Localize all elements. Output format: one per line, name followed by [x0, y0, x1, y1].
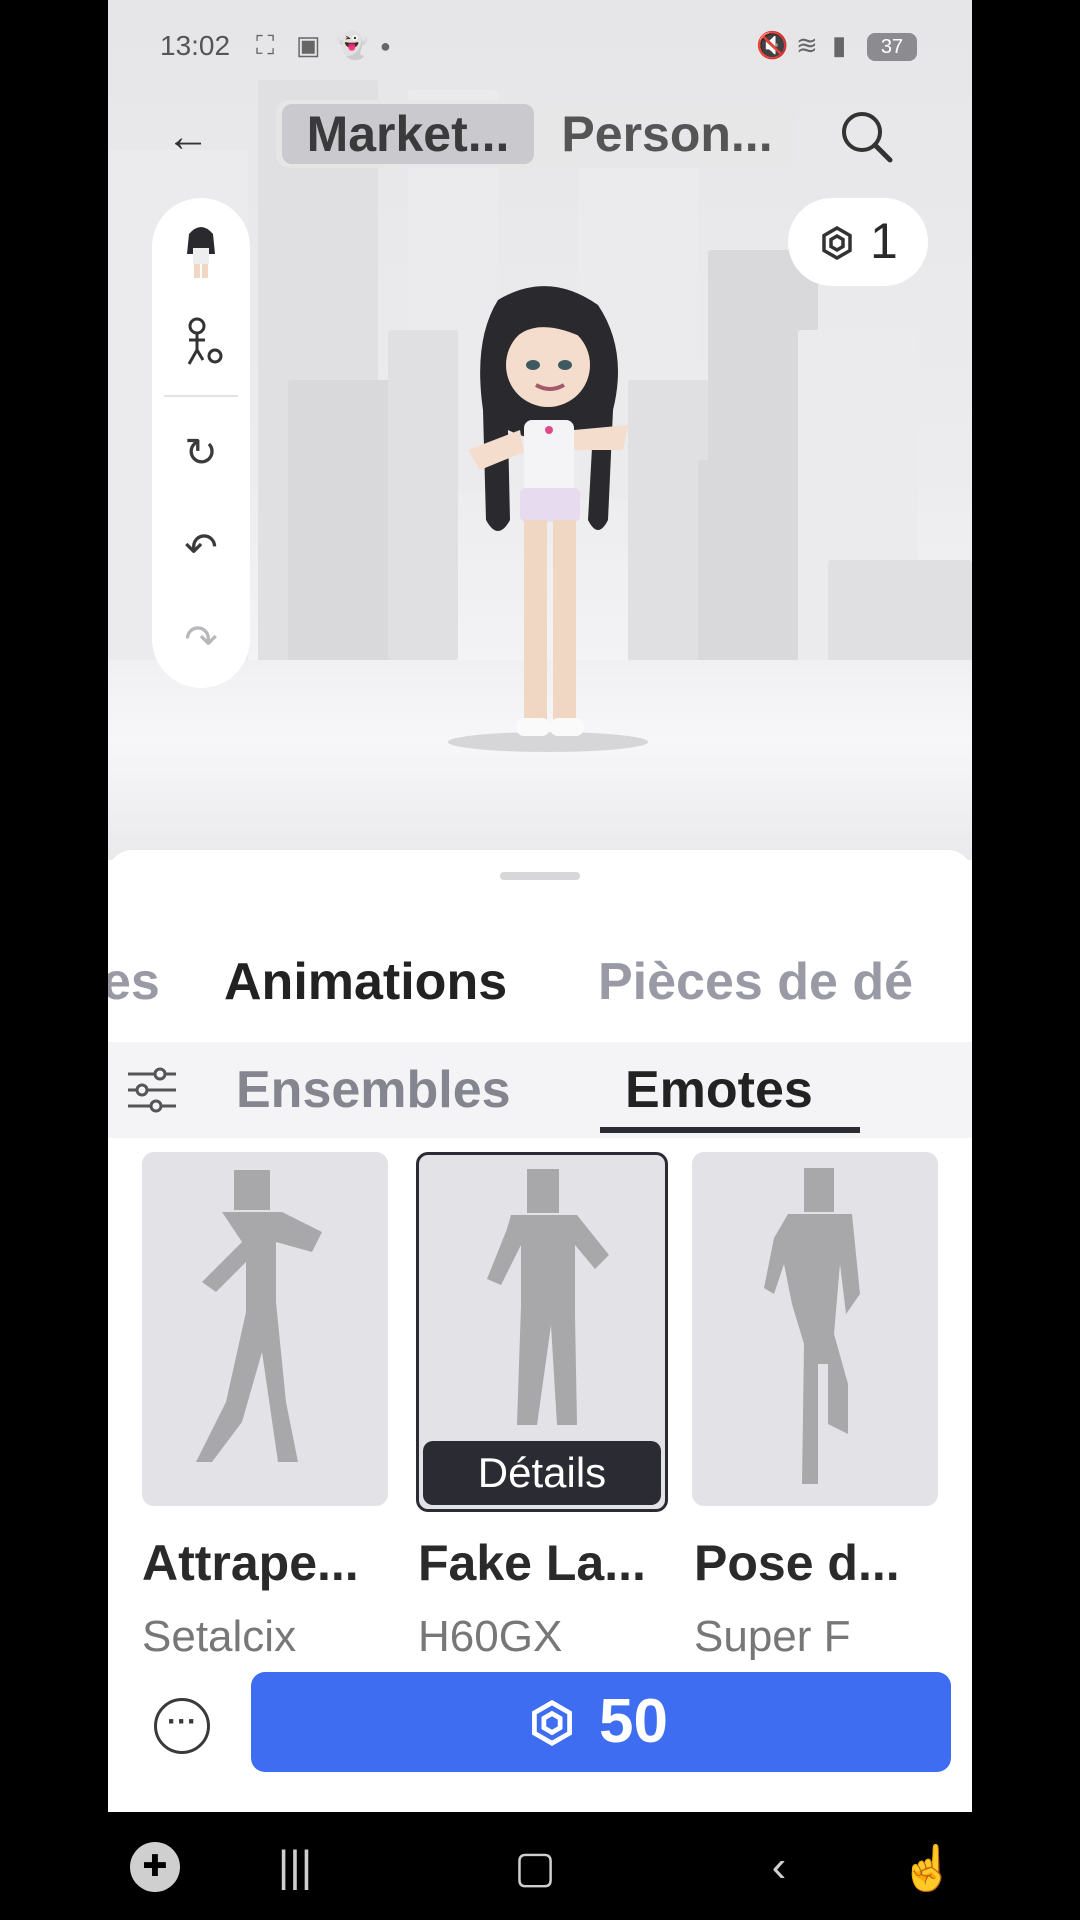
tab-marketplace[interactable]: Market... — [282, 104, 534, 164]
emote-silhouette — [764, 1168, 860, 1484]
back-nav-icon[interactable]: ‹ — [754, 1842, 804, 1892]
robux-balance[interactable]: 1 — [788, 198, 928, 286]
header-tabs: Market... Person... — [276, 100, 796, 168]
search-icon[interactable] — [836, 106, 896, 166]
mute-icon: 🔇 — [756, 30, 789, 60]
robux-balance-value: 1 — [870, 213, 898, 269]
buy-price: 50 — [599, 1687, 668, 1756]
screen-capture-icon: ▣ — [296, 30, 321, 60]
more-notifications-icon: ● — [380, 36, 391, 56]
battery-indicator: 37 — [867, 33, 917, 61]
sheet-drag-handle[interactable] — [500, 872, 580, 880]
snapchat-icon: 👻 — [336, 30, 369, 60]
item-creator[interactable]: Setalcix — [142, 1612, 392, 1662]
ellipsis-icon: ··· — [167, 1705, 197, 1738]
tab-ensembles[interactable]: Ensembles — [236, 1052, 511, 1128]
status-time: 13:02 — [160, 30, 231, 61]
tab-personalize[interactable]: Person... — [542, 104, 792, 164]
details-button[interactable]: Détails — [423, 1441, 661, 1505]
robux-icon — [532, 1700, 572, 1746]
toolbar-divider — [164, 395, 238, 397]
avatar-toolbar: ↻ ↶ ↷ — [152, 198, 250, 688]
item-name[interactable]: Fake La... — [418, 1534, 668, 1592]
back-arrow-icon[interactable]: ← — [156, 105, 220, 169]
undo-icon[interactable]: ↶ — [169, 516, 233, 580]
emote-silhouette — [196, 1170, 322, 1462]
more-options-button[interactable]: ··· — [154, 1698, 210, 1754]
sub-tabs-bar: Ensembles Emotes — [108, 1042, 972, 1138]
home-icon[interactable]: ▢ — [510, 1842, 560, 1893]
app-screen: 13:02 ⛶ ▣ 👻 ● 🔇 ≋ ▮ 37 ← Market... Perso… — [108, 0, 972, 1812]
screenshot-icon: ⛶ — [256, 30, 275, 60]
bottom-sheet: es Animations Pièces de dé Ensembles Emo… — [108, 850, 972, 1812]
item-card-selected[interactable]: Détails — [416, 1152, 668, 1512]
system-nav-bar: ✚ ||| ▢ ‹ ☝ — [0, 1812, 1080, 1920]
tab-animations[interactable]: Animations — [224, 942, 507, 1022]
active-tab-indicator — [600, 1127, 860, 1133]
buy-button[interactable]: 50 — [251, 1672, 951, 1772]
recent-apps-icon[interactable]: ||| — [270, 1842, 320, 1892]
redo-icon[interactable]: ↷ — [169, 608, 233, 672]
item-card[interactable] — [692, 1152, 938, 1506]
tab-category-prev[interactable]: es — [108, 942, 160, 1022]
avatar-thumbnail[interactable] — [169, 220, 233, 284]
filter-sliders-icon[interactable] — [124, 1062, 180, 1118]
avatar-character — [448, 286, 648, 752]
touch-lock-icon[interactable]: ☝ — [900, 1842, 955, 1894]
item-creator[interactable]: H60GX — [418, 1612, 668, 1662]
item-name[interactable]: Attrape... — [142, 1534, 392, 1592]
wifi-icon: ≋ — [796, 30, 818, 60]
avatar-settings-icon[interactable] — [169, 310, 233, 374]
item-name[interactable]: Pose d... — [694, 1534, 944, 1592]
rotate-icon[interactable]: ↻ — [169, 421, 233, 485]
status-bar: 13:02 ⛶ ▣ 👻 ● 🔇 ≋ ▮ 37 — [108, 0, 972, 96]
item-card[interactable] — [142, 1152, 388, 1506]
signal-icon: ▮ — [832, 30, 847, 60]
robux-icon — [822, 226, 852, 260]
tab-pieces-de-decor[interactable]: Pièces de dé — [598, 942, 913, 1022]
item-creator[interactable]: Super F — [694, 1612, 944, 1662]
category-tabs: es Animations Pièces de dé — [108, 942, 972, 1022]
tab-emotes[interactable]: Emotes — [625, 1052, 813, 1128]
game-launcher-icon[interactable]: ✚ — [130, 1842, 180, 1892]
